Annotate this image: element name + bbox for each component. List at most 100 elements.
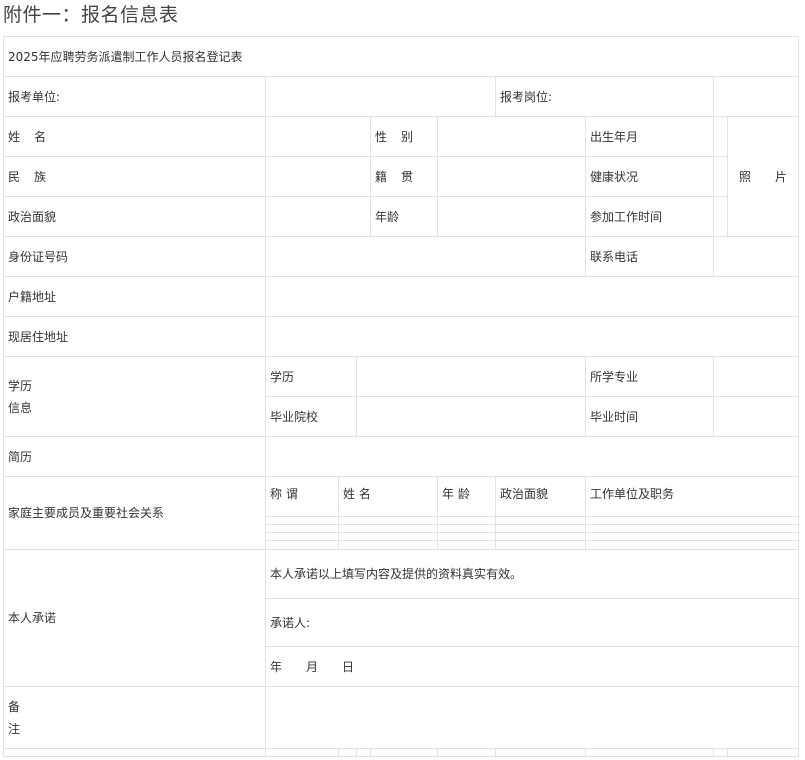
date-year-label: 年	[270, 659, 283, 674]
family-cell[interactable]	[495, 516, 586, 525]
family-cell[interactable]	[584, 524, 800, 533]
graduation-time-field[interactable]	[712, 396, 800, 437]
name-label-char: 姓	[8, 129, 21, 144]
family-header-political: 政治面貌	[495, 476, 586, 517]
political-status-field[interactable]	[265, 196, 371, 237]
spacer-cell	[585, 748, 714, 757]
remarks-label: 备注	[3, 686, 266, 749]
health-field[interactable]	[713, 156, 728, 197]
applying-post-label: 报考岗位:	[495, 76, 714, 117]
family-cell[interactable]	[437, 540, 496, 550]
id-number-label: 身份证号码	[3, 236, 266, 277]
family-cell[interactable]	[437, 532, 496, 541]
gender-field[interactable]	[437, 116, 586, 157]
family-cell[interactable]	[584, 540, 800, 550]
name-label-char: 名	[34, 129, 47, 144]
household-address-label: 户籍地址	[3, 276, 266, 317]
age-label: 年龄	[370, 196, 438, 237]
family-cell[interactable]	[495, 532, 586, 541]
native-place-label: 籍贯	[370, 156, 438, 197]
id-number-field[interactable]	[265, 236, 586, 277]
work-start-label: 参加工作时间	[585, 196, 714, 237]
birth-field[interactable]	[713, 116, 728, 157]
family-cell[interactable]	[584, 532, 800, 541]
school-label: 毕业院校	[265, 396, 357, 437]
pledge-label: 本人承诺	[3, 549, 266, 687]
form-title: 2025年应聘劳务派遣制工作人员报名登记表	[2, 36, 800, 77]
gender-label: 性别	[370, 116, 438, 157]
spacer-row	[3, 748, 800, 757]
major-field[interactable]	[712, 356, 800, 397]
family-cell[interactable]	[437, 524, 496, 533]
political-status-label: 政治面貌	[3, 196, 266, 237]
family-cell[interactable]	[495, 524, 586, 533]
remarks-label-line: 注	[8, 721, 21, 736]
pledge-date[interactable]: 年月日	[264, 646, 800, 687]
native-place-label-char: 籍	[375, 169, 388, 184]
phone-field[interactable]	[712, 236, 800, 277]
applying-unit-field[interactable]	[265, 76, 496, 117]
current-address-field[interactable]	[264, 316, 800, 357]
spacer-cell	[3, 748, 266, 757]
family-cell[interactable]	[437, 516, 496, 525]
family-header-name: 姓 名	[338, 476, 438, 517]
spacer-cell	[338, 748, 357, 757]
education-section-label: 学历 信息	[3, 356, 266, 437]
education-section-line: 学历	[8, 378, 33, 393]
education-section-line: 信息	[8, 400, 33, 415]
native-place-label-char: 贯	[401, 169, 414, 184]
birth-label: 出生年月	[585, 116, 714, 157]
family-cell[interactable]	[338, 516, 438, 525]
spacer-cell	[370, 748, 438, 757]
name-field[interactable]	[265, 116, 371, 157]
age-field[interactable]	[437, 196, 586, 237]
family-header-relation: 称 谓	[265, 476, 339, 517]
family-cell[interactable]	[338, 524, 438, 533]
household-address-field[interactable]	[264, 276, 800, 317]
resume-label: 简历	[3, 436, 266, 477]
degree-label: 学历	[265, 356, 357, 397]
date-day-label: 日	[342, 659, 355, 674]
spacer-cell	[356, 748, 371, 757]
work-start-field[interactable]	[713, 196, 728, 237]
family-cell[interactable]	[495, 540, 586, 550]
family-header-work: 工作单位及职务	[584, 476, 800, 517]
family-cell[interactable]	[265, 524, 339, 533]
ethnicity-label-char: 民	[8, 169, 21, 184]
spacer-cell	[726, 748, 800, 757]
major-label: 所学专业	[585, 356, 714, 397]
family-cell[interactable]	[338, 532, 438, 541]
ethnicity-label: 民族	[3, 156, 266, 197]
applying-post-field[interactable]	[712, 76, 800, 117]
family-cell[interactable]	[584, 516, 800, 525]
ethnicity-field[interactable]	[265, 156, 371, 197]
phone-label: 联系电话	[585, 236, 714, 277]
photo-box[interactable]: 照片	[726, 116, 800, 237]
family-cell[interactable]	[338, 540, 438, 550]
spacer-cell	[495, 748, 586, 757]
degree-field[interactable]	[356, 356, 586, 397]
photo-label-char: 照	[739, 169, 752, 184]
name-label: 姓名	[3, 116, 266, 157]
school-field[interactable]	[356, 396, 586, 437]
registration-form-table: 2025年应聘劳务派遣制工作人员报名登记表 报考单位: 报考岗位: 姓名 性别 …	[2, 36, 800, 757]
pledger-signature[interactable]: 承诺人:	[264, 598, 800, 647]
photo-label-char: 片	[775, 169, 788, 184]
health-label: 健康状况	[585, 156, 714, 197]
native-place-field[interactable]	[437, 156, 586, 197]
family-header-age: 年 龄	[437, 476, 496, 517]
gender-label-char: 别	[401, 129, 414, 144]
spacer-cell	[713, 748, 728, 757]
family-cell[interactable]	[265, 532, 339, 541]
family-cell[interactable]	[265, 540, 339, 550]
spacer-cell	[437, 748, 496, 757]
spacer-cell	[265, 748, 339, 757]
graduation-time-label: 毕业时间	[585, 396, 714, 437]
ethnicity-label-char: 族	[34, 169, 47, 184]
resume-field[interactable]	[264, 436, 800, 477]
remarks-field[interactable]	[264, 686, 800, 749]
family-cell[interactable]	[265, 516, 339, 525]
remarks-label-line: 备	[8, 699, 21, 714]
pledge-text: 本人承诺以上填写内容及提供的资料真实有效。	[264, 549, 800, 599]
applying-unit-label: 报考单位:	[3, 76, 266, 117]
